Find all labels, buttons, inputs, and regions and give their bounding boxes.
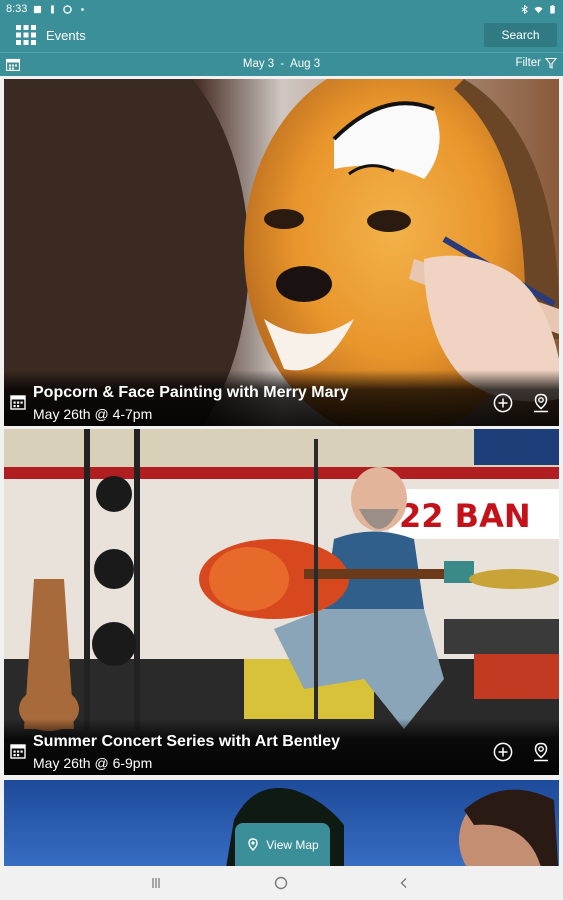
add-circle-icon[interactable] [493,742,513,762]
event-date: May 26th @ 4-7pm [33,406,153,422]
calendar-icon [10,395,26,410]
usb-icon [51,4,55,14]
system-nav-bar [0,866,563,900]
event-caption: Summer Concert Series with Art Bentley M… [4,719,559,775]
date-range-bar: May 3- Aug 3 Filter [0,52,563,76]
filter-label: Filter [515,57,541,69]
svg-text:22 BAN: 22 BAN [399,497,531,535]
search-button[interactable]: Search [484,23,557,47]
dot-icon [81,7,85,11]
event-list[interactable]: Popcorn & Face Painting with Merry Mary … [0,76,563,866]
map-pin-icon [248,837,258,851]
date-range[interactable]: May 3- Aug 3 [0,58,563,70]
status-bar: 8:33 [0,0,563,18]
calendar-icon [10,744,26,759]
add-circle-icon[interactable] [493,393,513,413]
date-range-separator: - [280,58,285,70]
event-title: Popcorn & Face Painting with Merry Mary [33,384,349,401]
event-date: May 26th @ 6-9pm [33,755,153,771]
status-time: 8:33 [6,3,28,15]
filter-button[interactable]: Filter [515,57,557,69]
wifi-icon [534,6,543,13]
event-card[interactable]: Popcorn & Face Painting with Merry Mary … [4,79,559,426]
view-map-button[interactable]: View Map [235,823,330,866]
event-caption: Popcorn & Face Painting with Merry Mary … [4,370,559,426]
back-icon[interactable] [398,877,410,889]
bluetooth-icon [521,4,528,14]
date-range-end: Aug 3 [290,58,321,70]
app-bar: Events Search [0,18,563,52]
filter-icon [545,57,557,69]
recents-icon[interactable] [150,877,162,889]
apps-menu-button[interactable] [8,18,44,52]
app-screen: 8:33 Events Search May 3 - Aug 3 Filter … [0,0,563,900]
home-icon[interactable] [274,876,288,890]
event-title: Summer Concert Series with Art Bentley [33,733,341,750]
notification-icon [34,5,42,13]
event-card[interactable]: 22 BAN Summer Concert Series with Art Be… [4,429,559,775]
view-map-label: View Map [266,837,319,852]
battery-icon [550,4,555,14]
map-pin-icon[interactable] [531,742,551,762]
apps-grid-icon [16,25,36,45]
page-title: Events [46,27,86,43]
sync-icon [63,4,73,14]
map-pin-icon[interactable] [531,393,551,413]
date-range-start: May 3 [242,58,275,70]
